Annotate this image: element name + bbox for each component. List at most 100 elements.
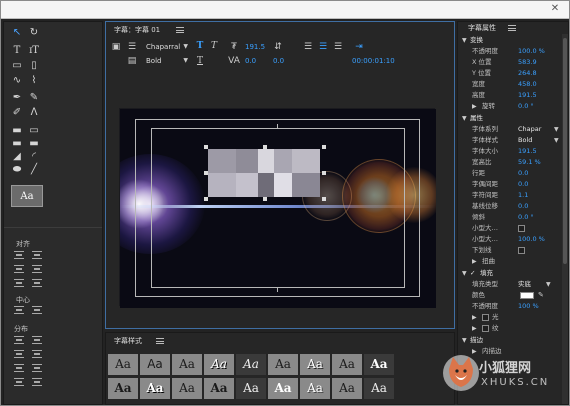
arc-tool-icon[interactable]: ◜ xyxy=(28,151,40,163)
eyedropper-icon[interactable]: ✎ xyxy=(538,290,544,301)
texture-checkbox[interactable] xyxy=(482,325,489,332)
fill-opacity-value[interactable]: 100 % xyxy=(518,301,539,312)
roll-crawl-options-icon[interactable]: ☰ xyxy=(126,42,138,52)
titler-canvas[interactable] xyxy=(120,109,436,308)
resize-handle[interactable] xyxy=(322,145,326,149)
leading-value[interactable]: 0.0 xyxy=(518,168,528,179)
style-swatch[interactable]: Aa xyxy=(172,378,202,399)
fill-section-header[interactable]: ▼ ✓ 填充 xyxy=(458,268,562,279)
style-swatch[interactable]: Aa xyxy=(268,378,298,399)
small-caps-size-value[interactable]: 100.0 % xyxy=(518,234,545,245)
tracking-value[interactable]: 1.1 xyxy=(518,190,528,201)
properties-tab[interactable]: 字幕属性 xyxy=(468,22,496,35)
style-swatch[interactable]: Aa xyxy=(364,378,394,399)
pixelated-text-object[interactable] xyxy=(204,145,326,201)
style-swatch[interactable]: Aa xyxy=(236,378,266,399)
vertical-area-type-tool-icon[interactable]: ▯ xyxy=(28,60,40,72)
font-size-value[interactable]: 191.5 xyxy=(518,146,537,157)
styles-tab[interactable]: 字幕样式 xyxy=(114,335,142,348)
vertical-type-tool-icon[interactable]: ɪT xyxy=(28,45,40,57)
small-caps-checkbox[interactable] xyxy=(518,225,525,232)
font-family-dropdown[interactable]: Chapar xyxy=(518,124,541,135)
align-center-text-icon[interactable]: ☰ xyxy=(317,42,329,52)
style-swatch[interactable]: Aa xyxy=(300,354,330,375)
y-position-value[interactable]: 264.8 xyxy=(518,68,537,79)
rectangle-tool-icon[interactable]: ▬ xyxy=(11,125,23,137)
aspect-value[interactable]: 59.1 % xyxy=(518,157,541,168)
align-center-v-icon[interactable] xyxy=(32,265,42,273)
font-family-dropdown[interactable]: Chaparral ▼ xyxy=(146,42,188,52)
collapsed-triangle-icon[interactable]: ▶ xyxy=(472,101,477,112)
title-based-on-current-icon[interactable]: ▣ xyxy=(110,42,122,52)
resize-handle[interactable] xyxy=(322,197,326,201)
rotation-value[interactable]: 0.0 ° xyxy=(518,101,534,112)
style-swatch[interactable]: Aa xyxy=(300,378,330,399)
opacity-value[interactable]: 100.0 % xyxy=(518,46,545,57)
distribute-center-v-icon[interactable] xyxy=(32,350,42,358)
bold-icon[interactable]: T xyxy=(194,41,206,51)
tab-stops-icon[interactable]: ⇥ xyxy=(353,42,365,52)
type-tool-icon[interactable]: T xyxy=(11,45,23,57)
fill-color-swatch[interactable] xyxy=(520,292,534,299)
distribute-center-h-icon[interactable] xyxy=(14,350,24,358)
distribute-right-icon[interactable] xyxy=(14,364,24,372)
vertical-path-type-tool-icon[interactable]: ⌇ xyxy=(28,75,40,87)
pen-tool-icon[interactable]: ✒ xyxy=(11,92,23,104)
slant-value[interactable]: 0.0 ° xyxy=(518,212,534,223)
path-type-tool-icon[interactable]: ∿ xyxy=(11,75,23,87)
center-horizontal-icon[interactable] xyxy=(14,306,24,314)
resize-handle[interactable] xyxy=(204,145,208,149)
leading-value[interactable]: 0.0 xyxy=(273,57,284,65)
style-swatch[interactable]: Aa xyxy=(172,354,202,375)
style-swatch[interactable]: Aa xyxy=(204,354,234,375)
center-vertical-icon[interactable] xyxy=(32,306,42,314)
underline-icon[interactable]: T xyxy=(194,56,206,66)
style-swatch[interactable]: Aa xyxy=(364,354,394,375)
panel-menu-icon[interactable] xyxy=(156,338,164,344)
align-bottom-icon[interactable] xyxy=(32,279,42,287)
style-swatch[interactable]: Aa xyxy=(268,354,298,375)
close-icon[interactable]: ✕ xyxy=(549,3,561,15)
style-swatch[interactable]: Aa xyxy=(108,378,138,399)
panel-menu-icon[interactable] xyxy=(508,25,516,31)
align-left-icon[interactable] xyxy=(14,251,24,259)
x-position-value[interactable]: 583.9 xyxy=(518,57,537,68)
properties-section-header[interactable]: ▼ 属性 xyxy=(458,113,562,124)
style-swatch[interactable]: Aa xyxy=(140,378,170,399)
distribute-bottom-icon[interactable] xyxy=(32,364,42,372)
style-swatch[interactable]: Aa xyxy=(236,354,266,375)
font-style-dropdown[interactable]: Bold ▼ xyxy=(146,56,188,66)
font-style-dropdown[interactable]: Bold xyxy=(518,135,532,146)
timecode-value[interactable]: 00:00:01:10 xyxy=(352,57,395,65)
kerning-value[interactable]: 0.0 xyxy=(518,179,528,190)
texture-row[interactable]: ▶ 纹 xyxy=(458,323,562,334)
resize-handle[interactable] xyxy=(263,145,267,149)
distribute-spacing-v-icon[interactable] xyxy=(32,378,42,386)
align-left-text-icon[interactable]: ☰ xyxy=(302,42,314,52)
panel-menu-icon[interactable] xyxy=(176,27,184,33)
distribute-top-icon[interactable] xyxy=(32,336,42,344)
style-swatch[interactable]: Aa xyxy=(140,354,170,375)
rounded-corner-rectangle-tool-icon[interactable]: ▬ xyxy=(28,138,40,150)
style-swatch[interactable]: Aa xyxy=(204,378,234,399)
align-right-text-icon[interactable]: ☰ xyxy=(332,42,344,52)
templates-icon[interactable]: ▤ xyxy=(126,56,138,66)
height-value[interactable]: 191.5 xyxy=(518,90,537,101)
ellipse-tool-icon[interactable]: ⬬ xyxy=(11,164,23,176)
distribute-left-icon[interactable] xyxy=(14,336,24,344)
sheen-row[interactable]: ▶ 光 xyxy=(458,312,562,323)
style-swatch[interactable]: Aa xyxy=(332,354,362,375)
kerning-value[interactable]: 0.0 xyxy=(245,57,256,65)
underline-checkbox[interactable] xyxy=(518,247,525,254)
transform-section-header[interactable]: ▼ 变换 xyxy=(458,35,562,46)
resize-handle[interactable] xyxy=(204,171,208,175)
clipped-corner-rectangle-tool-icon[interactable]: ▭ xyxy=(28,125,40,137)
area-type-tool-icon[interactable]: ▭ xyxy=(11,60,23,72)
delete-anchor-tool-icon[interactable]: ✎ xyxy=(28,92,40,104)
fill-checkmark-icon[interactable]: ✓ xyxy=(470,268,475,279)
align-right-icon[interactable] xyxy=(14,279,24,287)
align-top-icon[interactable] xyxy=(32,251,42,259)
rounded-rectangle-tool-icon[interactable]: ▬ xyxy=(11,138,23,150)
wedge-tool-icon[interactable]: ◢ xyxy=(11,151,23,163)
width-value[interactable]: 458.0 xyxy=(518,79,537,90)
